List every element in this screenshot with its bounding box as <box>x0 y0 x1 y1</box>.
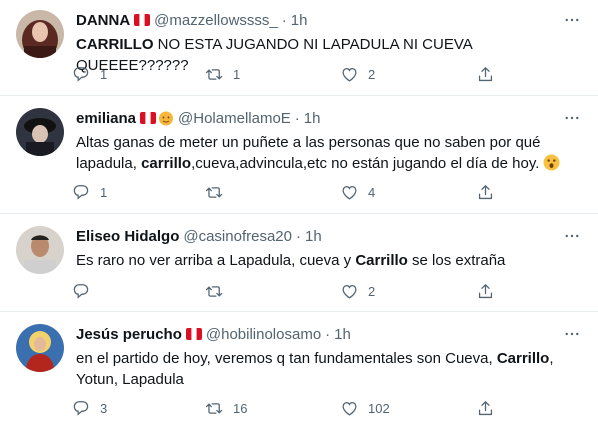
avatar[interactable] <box>16 108 64 156</box>
more-icon[interactable] <box>562 226 582 246</box>
like-button[interactable]: 2 <box>340 280 375 302</box>
text-segment: se los extraña <box>407 252 506 269</box>
reply-count: 1 <box>100 184 108 200</box>
tweet[interactable]: Jesús perucho @hobilinolosamo · 1h en el… <box>0 312 598 426</box>
highlighted-term: CARRILLO <box>76 36 154 53</box>
user-handle[interactable]: @HolamellamoE <box>178 110 291 127</box>
reply-count: 3 <box>100 400 108 416</box>
retweet-icon <box>205 285 223 297</box>
reply-icon <box>73 283 89 298</box>
tweet-feed: DANNA @mazzellowssss_ · 1h CARRILLO NO E… <box>0 0 598 426</box>
like-button[interactable]: 4 <box>340 181 375 203</box>
avatar[interactable] <box>16 324 64 372</box>
highlighted-term: carrillo <box>141 155 192 172</box>
face-emoji-icon <box>158 110 174 126</box>
tweet-header: Jesús perucho @hobilinolosamo · 1h <box>76 324 351 344</box>
reply-icon <box>73 66 89 81</box>
reply-button[interactable]: 1 <box>72 63 107 85</box>
separator-dot: · <box>325 325 331 343</box>
tweet-text: Altas ganas de meter un puñete a las per… <box>76 132 576 174</box>
display-name[interactable]: Jesús perucho <box>76 326 182 343</box>
like-icon <box>342 284 357 298</box>
avatar[interactable] <box>16 10 64 58</box>
tweet-actions: 3 16 102 <box>72 397 512 419</box>
timestamp[interactable]: 1h <box>334 326 351 343</box>
reply-button[interactable]: 1 <box>72 181 107 203</box>
share-icon <box>478 66 493 81</box>
retweet-button[interactable] <box>205 181 233 203</box>
like-count: 2 <box>368 66 376 82</box>
tweet-text: Es raro no ver arriba a Lapadula, cueva … <box>76 250 576 271</box>
retweet-count: 16 <box>233 400 248 416</box>
separator-dot: · <box>295 227 301 245</box>
display-name[interactable]: emiliana <box>76 110 136 127</box>
reply-icon <box>73 400 89 415</box>
tweet-header: DANNA @mazzellowssss_ · 1h <box>76 10 307 30</box>
tweet-header: emiliana @HolamellamoE · 1h <box>76 108 320 128</box>
peru-flag-icon <box>134 14 151 26</box>
share-button[interactable] <box>476 181 495 203</box>
share-icon <box>478 283 493 298</box>
share-button[interactable] <box>476 280 495 302</box>
text-segment: ,cueva,advincula,etc no están jugando el… <box>191 155 540 172</box>
display-name[interactable]: Eliseo Hidalgo <box>76 228 179 245</box>
avatar[interactable] <box>16 226 64 274</box>
retweet-button[interactable]: 1 <box>205 63 240 85</box>
share-button[interactable] <box>476 397 495 419</box>
retweet-icon <box>205 186 223 198</box>
separator-dot: · <box>281 11 287 29</box>
share-icon <box>478 400 493 415</box>
peru-flag-icon <box>185 328 202 340</box>
timestamp[interactable]: 1h <box>304 110 321 127</box>
tweet[interactable]: DANNA @mazzellowssss_ · 1h CARRILLO NO E… <box>0 0 598 96</box>
user-handle[interactable]: @casinofresa20 <box>183 228 292 245</box>
retweet-icon <box>205 68 223 80</box>
highlighted-term: Carrillo <box>496 350 550 367</box>
display-name[interactable]: DANNA <box>76 12 130 29</box>
highlighted-term: Carrillo <box>355 252 408 269</box>
like-icon <box>342 185 357 199</box>
reply-button[interactable]: 3 <box>72 397 107 419</box>
text-segment: en el partido de hoy, veremos q tan fund… <box>76 350 497 367</box>
surprised-emoji-icon <box>543 154 560 171</box>
timestamp[interactable]: 1h <box>305 228 322 245</box>
like-count: 2 <box>368 283 376 299</box>
share-button[interactable] <box>476 63 495 85</box>
tweet[interactable]: Eliseo Hidalgo @casinofresa20 · 1h Es ra… <box>0 214 598 312</box>
tweet-text: en el partido de hoy, veremos q tan fund… <box>76 348 576 390</box>
reply-icon <box>73 184 89 199</box>
peru-flag-icon <box>140 112 157 124</box>
user-handle[interactable]: @mazzellowssss_ <box>154 12 278 29</box>
tweet[interactable]: emiliana @HolamellamoE · 1h Altas ganas … <box>0 96 598 214</box>
reply-count: 1 <box>100 66 108 82</box>
user-handle[interactable]: @hobilinolosamo <box>206 326 321 343</box>
retweet-count: 1 <box>233 66 241 82</box>
text-segment: Es raro no ver arriba a Lapadula, cueva … <box>76 252 356 269</box>
retweet-button[interactable]: 16 <box>205 397 247 419</box>
retweet-icon <box>205 402 223 414</box>
tweet-header: Eliseo Hidalgo @casinofresa20 · 1h <box>76 226 322 246</box>
more-icon[interactable] <box>562 108 582 128</box>
like-button[interactable]: 2 <box>340 63 375 85</box>
tweet-actions: 2 <box>72 280 512 302</box>
like-count: 4 <box>368 184 376 200</box>
share-icon <box>478 184 493 199</box>
retweet-button[interactable] <box>205 280 233 302</box>
more-icon[interactable] <box>562 10 582 30</box>
more-icon[interactable] <box>562 324 582 344</box>
timestamp[interactable]: 1h <box>291 12 308 29</box>
separator-dot: · <box>294 109 300 127</box>
like-count: 102 <box>368 400 390 416</box>
like-icon <box>342 401 357 415</box>
tweet-actions: 1 4 <box>72 181 512 203</box>
tweet-actions: 1 1 2 <box>72 63 512 85</box>
like-icon <box>342 67 357 81</box>
like-button[interactable]: 102 <box>340 397 390 419</box>
reply-button[interactable] <box>72 280 100 302</box>
